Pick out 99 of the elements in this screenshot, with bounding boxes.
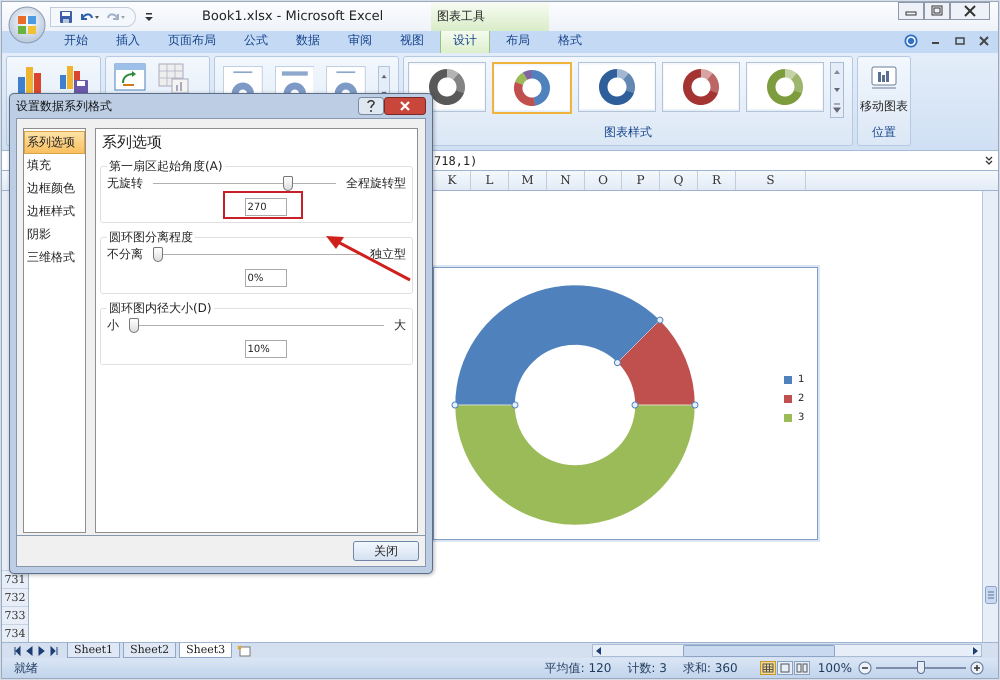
page-layout-icon[interactable] [776, 661, 793, 675]
chart-style-thumbnail[interactable] [492, 62, 572, 114]
column-header[interactable]: O [585, 171, 622, 190]
save-icon[interactable] [59, 10, 73, 24]
dialog-title: 设置数据系列格式 [16, 98, 112, 114]
scroll-thumb[interactable] [984, 586, 996, 604]
category-item[interactable]: 系列选项 [24, 131, 85, 154]
slider-label: 不分离 [107, 246, 143, 263]
maximize-button[interactable] [924, 2, 950, 20]
page-break-icon[interactable] [794, 661, 810, 675]
row-header[interactable]: 732 [2, 588, 28, 606]
chart-style-thumbnail[interactable] [578, 62, 656, 112]
donut-slice[interactable] [454, 284, 660, 406]
category-item[interactable]: 阴影 [24, 223, 85, 246]
move-chart-button[interactable]: 移动图表 [860, 62, 908, 119]
close-button[interactable] [384, 97, 426, 115]
selection-handle[interactable] [692, 402, 698, 408]
column-header[interactable]: S [736, 171, 806, 190]
window-title: Book1.xlsx - Microsoft Excel [202, 9, 384, 24]
close-button[interactable] [950, 2, 990, 20]
zoom-in-icon[interactable] [970, 661, 984, 675]
help-icon[interactable] [904, 34, 918, 48]
donut-slice[interactable] [617, 320, 696, 406]
legend-label: 2 [798, 393, 804, 404]
value-field[interactable]: 270 [244, 198, 286, 216]
zoom-level[interactable]: 100% [818, 661, 852, 675]
scroll-thumb[interactable] [683, 644, 835, 656]
slider-label: 大 [394, 317, 406, 334]
restore-icon[interactable] [954, 35, 966, 47]
gallery-scroll[interactable] [830, 62, 844, 118]
help-button[interactable] [358, 97, 384, 115]
close-icon[interactable] [978, 35, 990, 47]
category-item[interactable]: 三维格式 [24, 246, 85, 269]
column-header[interactable]: N [547, 171, 585, 190]
close-button[interactable]: 关闭 [353, 541, 419, 561]
ribbon-tab[interactable]: 开始 [52, 29, 100, 53]
horizontal-scrollbar[interactable] [592, 644, 982, 657]
group-label: 图表样式 [604, 124, 652, 141]
value-field[interactable]: 10% [244, 340, 286, 358]
zoom-out-icon[interactable] [858, 661, 872, 675]
sheet-tab[interactable]: Sheet2 [123, 643, 176, 658]
column-header[interactable]: L [471, 171, 509, 190]
select-data-icon[interactable] [158, 63, 190, 95]
group-title: 圆环图分离程度 [108, 229, 194, 246]
column-header[interactable]: M [509, 171, 547, 190]
formula-text: 718,1) [434, 154, 478, 168]
category-item[interactable]: 填充 [24, 154, 85, 177]
category-item[interactable]: 边框样式 [24, 200, 85, 223]
status-text: 平均值: 120 [544, 660, 612, 676]
panel-heading: 系列选项 [101, 133, 163, 152]
value-field[interactable]: 0% [244, 269, 286, 287]
status-text: 计数: 3 [627, 660, 667, 676]
slider-thumb[interactable] [282, 176, 293, 191]
minimize-button[interactable] [898, 2, 924, 20]
sheet-tab[interactable]: Sheet1 [67, 643, 120, 658]
group-label: 位置 [872, 124, 896, 141]
group-title: 第一扇区起始角度(A) [108, 158, 224, 175]
chart-style-thumbnail[interactable] [746, 62, 824, 112]
column-header[interactable]: K [434, 171, 471, 190]
slider-label: 小 [107, 317, 119, 334]
ribbon-tab[interactable]: 审阅 [336, 29, 384, 53]
context-tab-group: 图表工具 [431, 2, 550, 31]
status-text: 就绪 [13, 660, 38, 676]
slider-thumb[interactable] [153, 247, 163, 262]
slider-thumb[interactable] [917, 661, 925, 674]
legend-label: 3 [798, 412, 804, 423]
selection-handle[interactable] [512, 402, 518, 408]
ribbon-tab[interactable]: 视图 [388, 29, 436, 53]
ribbon-tab[interactable]: 格式 [546, 29, 594, 53]
chart-save-icon[interactable] [57, 63, 89, 95]
status-text: 求和: 360 [682, 660, 738, 676]
customize-icon[interactable] [144, 10, 154, 22]
vertical-scrollbar[interactable] [982, 191, 998, 642]
row-header[interactable]: 733 [2, 606, 28, 624]
ribbon-tab[interactable]: 布局 [494, 29, 542, 53]
chart-area[interactable]: 1 2 3 [433, 267, 818, 540]
slider-thumb[interactable] [129, 318, 139, 333]
expand-icon[interactable] [984, 154, 994, 166]
group-title: 圆环图内径大小(D) [108, 300, 213, 317]
ribbon-tab[interactable]: 页面布局 [156, 29, 228, 53]
ribbon-tab[interactable]: 插入 [104, 29, 152, 53]
selection-handle[interactable] [656, 316, 664, 324]
slider-label: 全程旋转型 [346, 175, 406, 192]
selection-handle[interactable] [632, 402, 638, 408]
ribbon-tab[interactable]: 公式 [232, 29, 280, 53]
selection-handle[interactable] [452, 402, 458, 408]
legend-label: 1 [798, 374, 804, 385]
selection-handle[interactable] [614, 359, 621, 366]
category-item[interactable]: 边框颜色 [24, 177, 85, 200]
sheet-tab[interactable]: Sheet3 [179, 643, 232, 658]
column-header[interactable]: P [622, 171, 660, 190]
ribbon-tab[interactable]: 数据 [284, 29, 332, 53]
slider-label: 无旋转 [107, 175, 143, 192]
column-header[interactable]: Q [660, 171, 698, 190]
slider-label: 独立型 [370, 246, 406, 263]
switch-row-column-icon[interactable] [114, 63, 146, 93]
normal-view-icon[interactable] [760, 661, 776, 675]
chart-style-thumbnail[interactable] [662, 62, 740, 112]
column-header[interactable]: R [698, 171, 736, 190]
